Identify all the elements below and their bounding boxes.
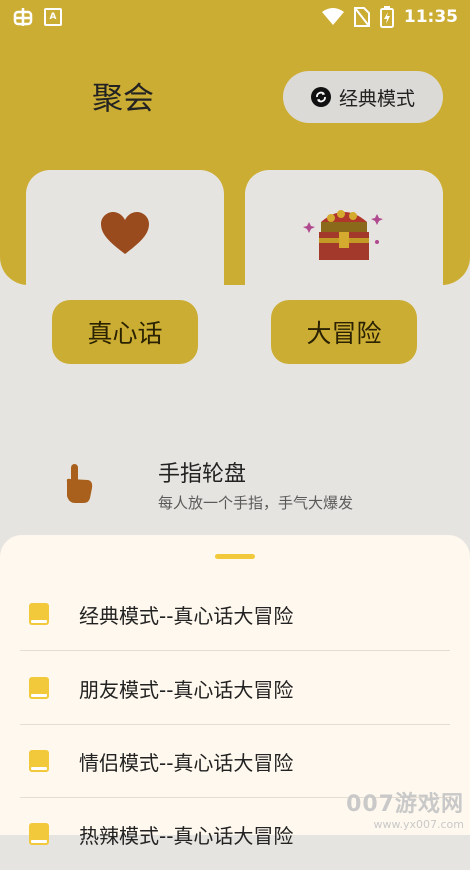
sheet-item-friends[interactable]: 朋友模式--真心话大冒险 [20,652,450,725]
sheet-item-label: 情侣模式--真心话大冒险 [79,750,294,775]
treasure-chest-icon [245,202,443,272]
heart-icon [26,212,224,260]
refresh-icon [310,87,331,107]
mode-label: 经典模式 [338,87,415,110]
watermark-main: 007游戏网 [346,792,464,817]
battery-charging-icon [379,6,394,28]
finger-wheel-card[interactable]: 手指轮盘 每人放一个手指，手气大爆发 [26,430,444,540]
truth-card[interactable]: 真心话 [26,170,224,405]
sheet-item-label: 经典模式--真心话大冒险 [79,603,294,628]
pointing-hand-icon [62,464,94,508]
no-sim-icon [353,7,370,27]
status-bar: A 11:35 [0,0,470,34]
notification-a-icon: A [44,8,62,26]
sheet-drag-handle[interactable] [215,554,255,559]
dare-card[interactable]: 大冒险 [245,170,443,405]
clock: 11:35 [403,7,458,27]
book-icon [29,823,49,845]
book-icon [29,677,49,699]
dare-button[interactable]: 大冒险 [271,300,417,364]
book-icon [29,750,49,772]
bug-icon [13,8,33,26]
mode-switch-button[interactable]: 经典模式 [283,71,443,123]
truth-button[interactable]: 真心话 [52,300,198,364]
book-icon [29,603,49,625]
wheel-subtitle: 每人放一个手指，手气大爆发 [158,494,354,512]
watermark: 007游戏网 www.yx007.com [346,786,464,831]
wifi-icon [321,8,344,25]
page-title: 聚会 [92,81,154,117]
wheel-title: 手指轮盘 [158,462,247,487]
sheet-item-label: 热辣模式--真心话大冒险 [79,823,294,848]
sheet-item-classic[interactable]: 经典模式--真心话大冒险 [20,578,450,651]
sheet-item-label: 朋友模式--真心话大冒险 [79,677,294,702]
watermark-url: www.yx007.com [373,818,464,831]
